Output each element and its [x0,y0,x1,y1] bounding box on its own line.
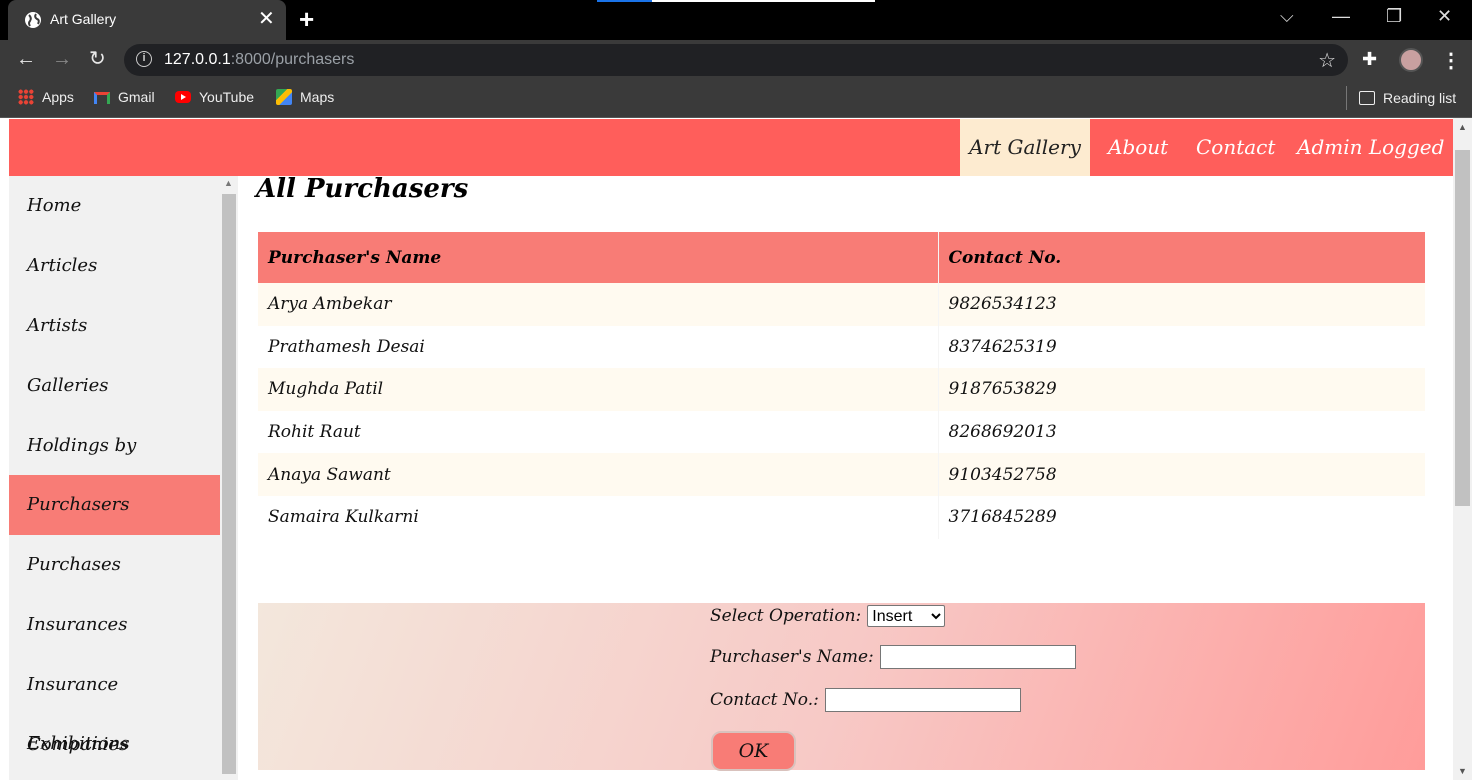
sidebar-scrollbar[interactable]: ▲ [220,176,238,780]
address-bar[interactable]: i 127.0.0.1:8000/purchasers ☆ [124,44,1348,76]
menu-icon[interactable]: ⋮ [1441,48,1461,73]
cell-contact: 3716845289 [937,495,1425,539]
sidebar-item-home[interactable]: Home [9,176,220,236]
restore-icon[interactable]: ❐ [1386,6,1402,26]
table-row: Arya Ambekar 9826534123 [258,283,1425,326]
sidebar-item-purchases[interactable]: Purchases [9,535,220,595]
purchaser-name-input[interactable] [879,645,1076,669]
operation-select[interactable]: Insert [867,605,946,627]
page-scrollbar[interactable]: ▲ ▼ [1453,118,1472,780]
sidebar-item-artists[interactable]: Artists [9,296,220,356]
youtube-icon [175,91,191,103]
scroll-up-icon[interactable]: ▲ [224,178,233,188]
minimize-icon[interactable]: — [1332,6,1350,26]
profile-avatar[interactable] [1399,48,1423,72]
browser-titlebar: Art Gallery ✕ + ⌵ — ❐ ✕ [0,0,1472,40]
web-page: Art Gallery About Contact Admin Logged I… [0,118,1472,780]
forward-icon[interactable]: → [52,48,72,70]
sidebar-item-insurances[interactable]: Insurances [9,595,220,655]
sidebar-item-purchasers[interactable]: Purchasers [9,475,220,535]
top-navigation: Art Gallery About Contact Admin Logged I… [9,119,1453,216]
sidebar-item-exhibitions[interactable]: Exhibitions [9,714,220,774]
scroll-up-icon[interactable]: ▲ [1458,122,1467,132]
extensions-icon[interactable]: ✚ [1362,49,1377,70]
sidebar-item-articles[interactable]: Articles [9,236,220,296]
maps-icon [276,89,292,105]
cell-name: Arya Ambekar [258,283,938,326]
table-row: Anaya Sawant 9103452758 [258,453,1425,496]
sidebar-item-galleries[interactable]: Galleries [9,356,220,416]
purchaser-form: Select Operation: Insert Purchaser's Nam… [258,603,1425,771]
nav-brand[interactable]: Art Gallery [960,119,1090,176]
scrollbar-thumb[interactable] [1455,150,1470,506]
purchasers-table: Purchaser's Name Contact No. Arya Ambeka… [258,232,1425,539]
cell-contact: 9103452758 [937,453,1425,496]
column-header-contact: Contact No. [937,232,1425,283]
cell-contact: 9187653829 [937,368,1425,411]
loading-progress [597,0,875,2]
bookmark-apps[interactable]: Apps [18,89,74,105]
cell-contact: 9826534123 [937,283,1425,326]
page-title: All Purchasers [256,174,469,204]
table-header-row: Purchaser's Name Contact No. [258,232,1425,283]
nav-admin[interactable]: Admin Logged In [1297,119,1453,216]
table-row: Mughda Patil 9187653829 [258,368,1425,411]
sidebar: Home Articles Artists Galleries Holdings… [9,176,220,780]
cell-contact: 8268692013 [937,410,1425,454]
nav-about[interactable]: About [1108,119,1168,176]
browser-tab[interactable]: Art Gallery ✕ [8,0,286,40]
url-text[interactable]: 127.0.0.1:8000/purchasers [164,51,354,69]
sidebar-item-holdings[interactable]: Holdings by Galleries [9,416,220,516]
cell-name: Anaya Sawant [258,453,938,496]
table-row: Samaira Kulkarni 3716845289 [258,495,1425,539]
reload-icon[interactable]: ↻ [89,48,106,70]
purchaser-name-label: Purchaser's Name: [710,647,874,667]
bookmark-gmail[interactable]: Gmail [94,89,155,105]
contact-input[interactable] [824,688,1021,712]
column-header-name: Purchaser's Name [258,232,938,283]
name-row: Purchaser's Name: [710,645,1076,669]
cell-name: Prathamesh Desai [258,325,938,369]
cell-contact: 8374625319 [937,325,1425,369]
operation-label: Select Operation: [710,606,862,626]
cell-name: Mughda Patil [258,368,938,411]
tab-search-icon[interactable]: ⌵ [1280,6,1294,26]
table-row: Prathamesh Desai 8374625319 [258,325,1425,369]
reading-list-icon [1359,91,1375,105]
table-row: Rohit Raut 8268692013 [258,410,1425,454]
scroll-down-icon[interactable]: ▼ [1458,766,1467,776]
globe-icon [25,12,41,28]
contact-row: Contact No.: [710,688,1021,712]
window-close-icon[interactable]: ✕ [1437,6,1452,26]
reading-list-button[interactable]: Reading list [1346,86,1456,110]
contact-label: Contact No.: [710,690,819,710]
tab-title: Art Gallery [50,11,117,27]
apps-icon [18,89,34,105]
site-info-icon[interactable]: i [136,51,152,67]
bookmark-star-icon[interactable]: ☆ [1318,48,1336,73]
bookmark-maps[interactable]: Maps [276,89,334,105]
cell-name: Samaira Kulkarni [258,495,938,539]
tab-close-icon[interactable]: ✕ [258,8,275,30]
cell-name: Rohit Raut [258,410,938,454]
gmail-icon [94,92,110,104]
operation-row: Select Operation: Insert [710,605,946,627]
browser-toolbar: ← → ↻ i 127.0.0.1:8000/purchasers ☆ ✚ ⋮ [0,40,1472,80]
bookmark-youtube[interactable]: YouTube [175,89,254,105]
scrollbar-thumb[interactable] [222,194,236,774]
new-tab-button[interactable]: + [299,6,314,32]
bookmarks-bar: Apps Gmail YouTube Maps [0,80,1472,118]
back-icon[interactable]: ← [16,48,36,70]
ok-button[interactable]: OK [711,731,796,771]
nav-contact[interactable]: Contact [1196,119,1275,176]
sidebar-item-insurance-companies[interactable]: Insurance Companies [9,655,220,755]
